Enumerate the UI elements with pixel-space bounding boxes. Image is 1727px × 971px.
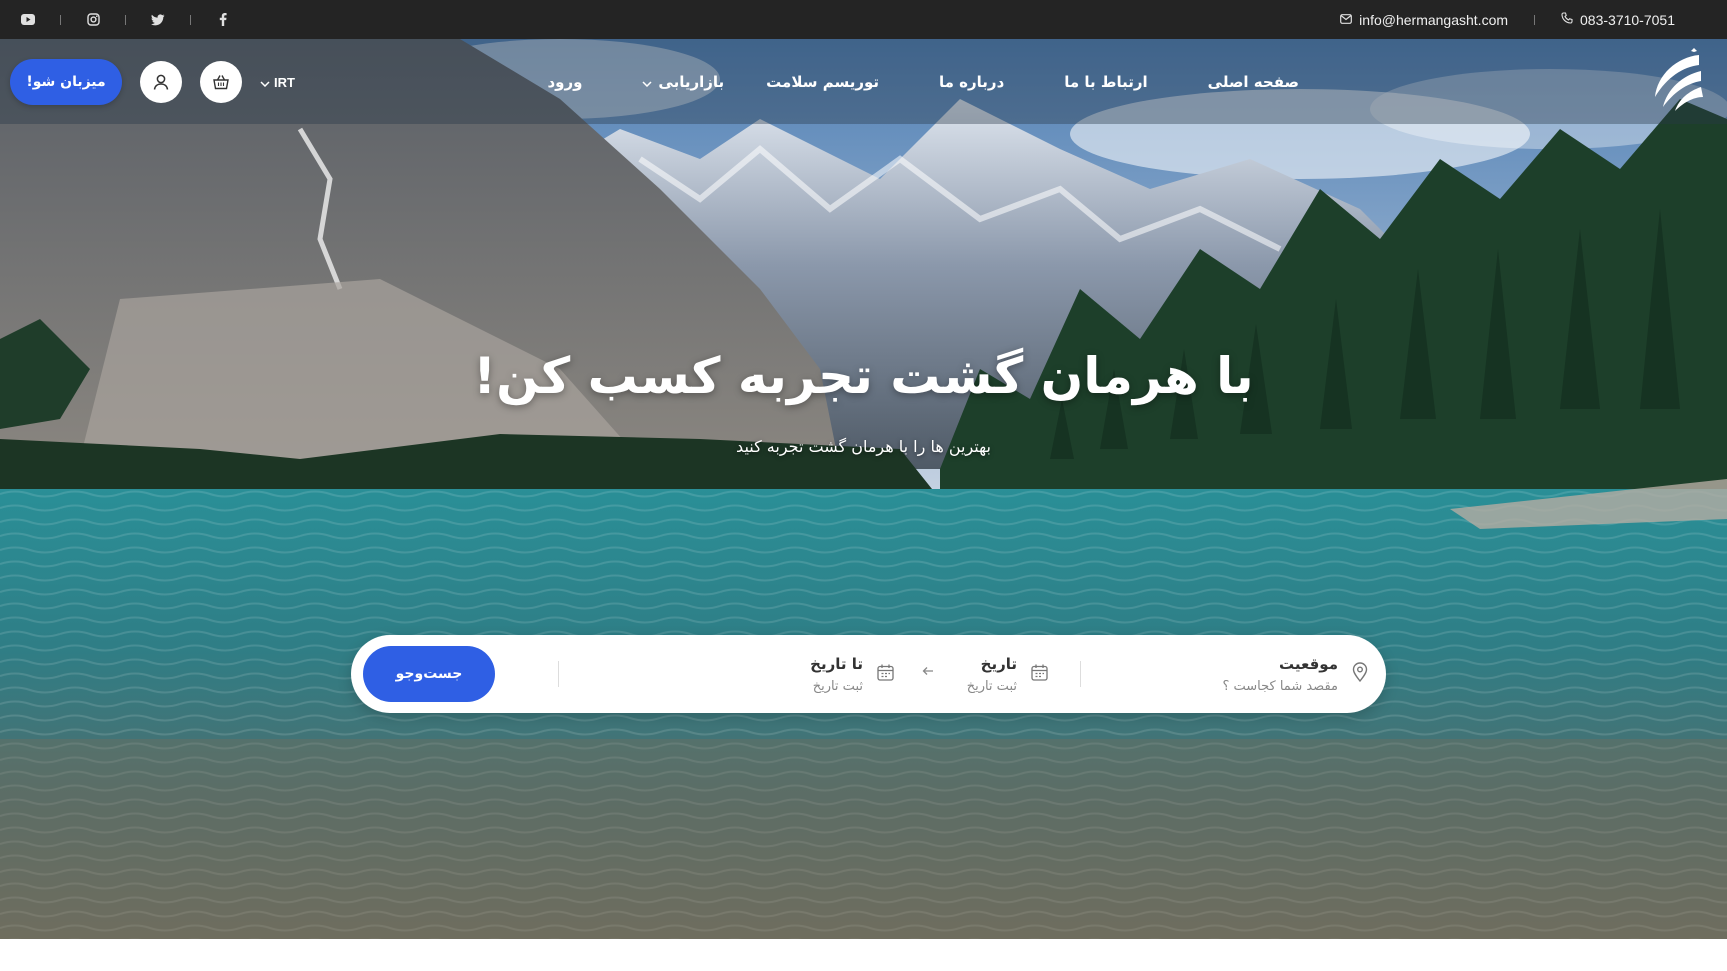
hero-subtitle: بهترین ها را با هرمان گشت تجربه کنید xyxy=(736,437,991,456)
date-to-placeholder: ثبت تاریخ xyxy=(812,678,863,694)
nav-marketing[interactable]: بازاریابی xyxy=(642,73,724,91)
location-placeholder: مقصد شما کجاست ؟ xyxy=(1222,678,1338,694)
phone-contact[interactable]: 083-3710-7051 xyxy=(1561,12,1675,28)
nav-health-tourism[interactable]: توریسم سلامت xyxy=(766,73,879,91)
instagram-icon[interactable] xyxy=(85,12,101,28)
location-pin-icon xyxy=(1352,662,1368,686)
nav-login[interactable]: ورود xyxy=(547,73,582,91)
user-icon xyxy=(153,74,169,90)
calendar-icon xyxy=(1031,664,1048,685)
email-contact[interactable]: info@hermangasht.com xyxy=(1340,12,1508,28)
search-bar: موقعیت مقصد شما کجاست ؟ تاریخ ثبت تاریخ … xyxy=(351,635,1386,713)
divider xyxy=(558,661,559,687)
date-to-field[interactable]: تا تاریخ ثبت تاریخ xyxy=(810,635,894,713)
nav-about[interactable]: درباره ما xyxy=(939,73,1004,91)
hero-section: صفحه اصلی ارتباط با ما درباره ما توریسم … xyxy=(0,39,1727,939)
hero-title: با هرمان گشت تجربه کسب کن! xyxy=(473,347,1254,405)
divider xyxy=(60,14,61,25)
social-links xyxy=(20,0,231,39)
divider xyxy=(1080,661,1081,687)
date-from-field[interactable]: تاریخ ثبت تاریخ xyxy=(967,635,1048,713)
phone-icon xyxy=(1561,11,1573,28)
hero-background-image xyxy=(0,39,1727,939)
twitter-icon[interactable] xyxy=(150,12,166,28)
herman-logo-icon xyxy=(1655,48,1703,111)
email-text: info@hermangasht.com xyxy=(1359,11,1509,28)
chevron-down-icon xyxy=(642,73,652,91)
calendar-icon xyxy=(877,664,894,685)
user-account-button[interactable] xyxy=(140,61,182,103)
basket-icon xyxy=(213,75,229,90)
youtube-icon[interactable] xyxy=(20,12,36,28)
arrow-left-icon xyxy=(922,664,934,680)
page-bottom-strip xyxy=(0,939,1727,971)
nav-contact[interactable]: ارتباط با ما xyxy=(1064,73,1147,91)
nav-marketing-label: بازاریابی xyxy=(658,72,725,91)
date-from-placeholder: ثبت تاریخ xyxy=(966,678,1017,694)
contact-info: info@hermangasht.com 083-3710-7051 xyxy=(1340,0,1675,39)
location-field[interactable]: موقعیت مقصد شما کجاست ؟ xyxy=(1222,635,1368,713)
become-host-button[interactable]: میزبان شو! xyxy=(10,59,122,105)
divider xyxy=(190,14,191,25)
cart-button[interactable] xyxy=(200,61,242,103)
currency-selector[interactable]: IRT xyxy=(260,75,295,90)
top-utility-bar: info@hermangasht.com 083-3710-7051 xyxy=(0,0,1727,39)
mail-icon xyxy=(1340,12,1353,28)
chevron-down-icon xyxy=(260,75,270,90)
search-button[interactable]: جست‌وجو xyxy=(363,646,495,702)
date-to-label: تا تاریخ xyxy=(810,654,863,673)
facebook-icon[interactable] xyxy=(215,12,231,28)
main-navigation: صفحه اصلی ارتباط با ما درباره ما توریسم … xyxy=(0,39,1727,124)
site-logo[interactable] xyxy=(1647,47,1707,115)
phone-text: 083-3710-7051 xyxy=(1580,11,1675,28)
nav-actions: میزبان شو! IRT xyxy=(10,59,295,105)
currency-label: IRT xyxy=(274,74,295,90)
divider xyxy=(1534,14,1536,25)
nav-home[interactable]: صفحه اصلی xyxy=(1208,73,1299,91)
divider xyxy=(125,14,126,25)
nav-links: صفحه اصلی ارتباط با ما درباره ما توریسم … xyxy=(547,39,1299,124)
date-from-label: تاریخ xyxy=(980,654,1017,673)
location-label: موقعیت xyxy=(1279,654,1338,673)
